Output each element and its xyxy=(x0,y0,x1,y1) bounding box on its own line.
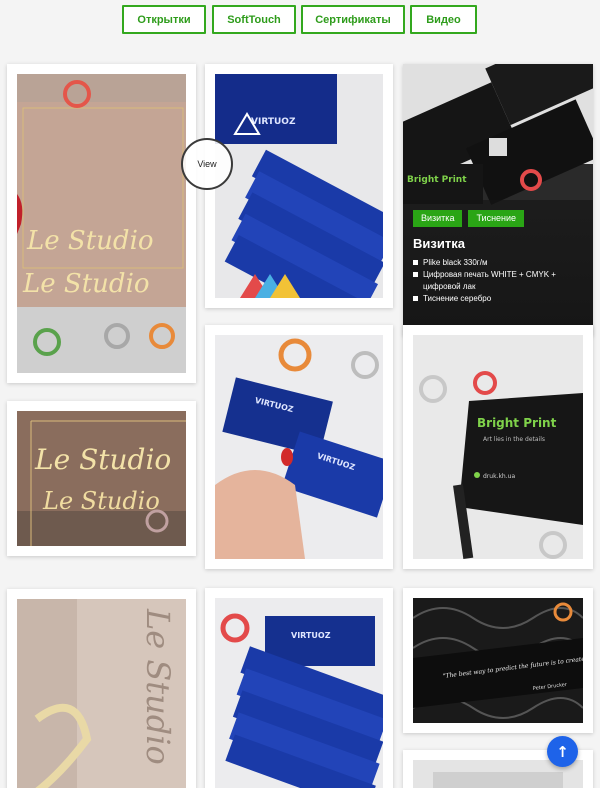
featured-overlay: Визитка Тиснение Визитка Plike black 330… xyxy=(403,200,593,336)
arrow-up-icon: ↑ xyxy=(556,742,569,761)
gallery-item-virtuoz-2[interactable]: VIRTUOZ VIRTUOZ xyxy=(205,325,393,569)
le-studio-text: Le Studio xyxy=(22,269,150,299)
tag-business-card[interactable]: Визитка xyxy=(413,210,463,227)
gallery-photo: VIRTUOZ xyxy=(215,74,383,298)
gallery-photo: Le Studio Le Studio xyxy=(17,411,186,546)
scroll-to-top-button[interactable]: ↑ xyxy=(547,736,578,767)
bright-print-tagline: Art lies in the details xyxy=(483,436,545,443)
feature-item: Тиснение серебро xyxy=(413,293,583,305)
filter-cards-button[interactable]: Открытки xyxy=(122,5,206,34)
filter-softtouch-button[interactable]: SoftTouch xyxy=(212,5,296,34)
featured-title: Визитка xyxy=(413,236,465,251)
bright-print-contact: druk.kh.ua xyxy=(483,473,515,480)
gallery-item-bright-print-featured[interactable]: Bright Print Визитка Тиснение Визитка Pl… xyxy=(403,64,593,336)
filter-certificates-button[interactable]: Сертификаты xyxy=(301,5,405,34)
virtuoz-text: VIRTUOZ xyxy=(251,117,296,127)
view-button[interactable]: View xyxy=(181,138,233,190)
gallery-photo: Le Studio Le Studio xyxy=(17,74,186,373)
gallery-photo: Le Studio xyxy=(17,599,186,788)
gallery-photo: VIRTUOZ VIRTUOZ xyxy=(215,335,383,559)
le-studio-text: Le Studio xyxy=(42,487,160,515)
gallery-item-bright-print-2[interactable]: Bright Print Art lies in the details dru… xyxy=(403,325,593,569)
bright-print-text: Bright Print xyxy=(407,175,467,185)
feature-item: Plike black 330г/м xyxy=(413,257,583,269)
gallery-item-le-studio-2[interactable]: Le Studio Le Studio xyxy=(7,401,196,556)
gallery-photo: Bright Print Art lies in the details dru… xyxy=(413,335,583,559)
le-studio-text: Le Studio xyxy=(34,443,171,476)
filter-bar: Открытки SoftTouch Сертификаты Видео xyxy=(0,5,600,35)
le-studio-text: Le Studio xyxy=(139,608,177,765)
gallery-item-quote-card[interactable]: "The best way to predict the future is t… xyxy=(403,588,593,733)
le-studio-text: Le Studio xyxy=(26,226,154,256)
tag-embossing[interactable]: Тиснение xyxy=(468,210,525,227)
virtuoz-text: VIRTUOZ xyxy=(291,631,331,640)
feature-list: Plike black 330г/м Цифровая печать WHITE… xyxy=(413,257,583,305)
gallery-item-virtuoz-1[interactable]: VIRTUOZ xyxy=(205,64,393,308)
gallery-item-le-studio-3[interactable]: Le Studio xyxy=(7,589,196,788)
gallery-item-virtuoz-3[interactable]: VIRTUOZ xyxy=(205,588,393,788)
bright-print-text: Bright Print xyxy=(477,416,557,430)
gallery-photo: VIRTUOZ xyxy=(215,598,383,788)
feature-item: Цифровая печать WHITE + CMYK + цифровой … xyxy=(413,269,583,293)
filter-video-button[interactable]: Видео xyxy=(410,5,477,34)
gallery-photo: "The best way to predict the future is t… xyxy=(413,598,583,723)
gallery-item-le-studio-1[interactable]: Le Studio Le Studio xyxy=(7,64,196,383)
